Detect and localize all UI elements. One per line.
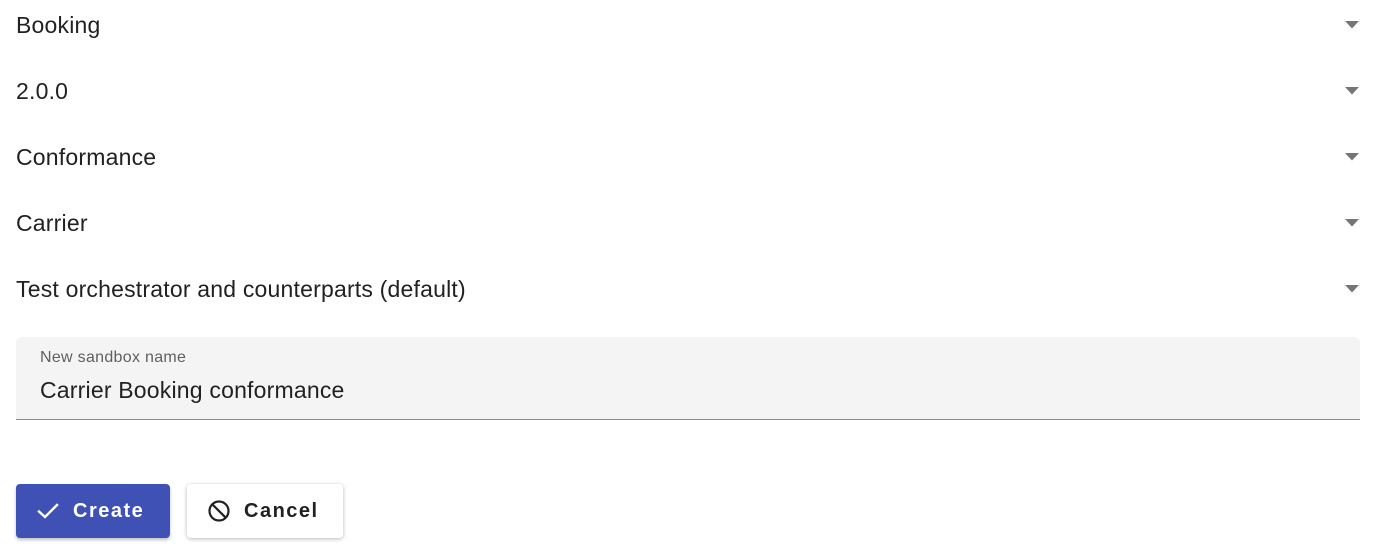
- cancel-button[interactable]: Cancel: [187, 484, 343, 538]
- create-button-label: Create: [73, 499, 145, 522]
- role-select[interactable]: Carrier: [16, 198, 1360, 248]
- role-select-value: Carrier: [16, 209, 88, 236]
- create-button[interactable]: Create: [16, 484, 170, 538]
- create-sandbox-form: Booking 2.0.0 Conformance Carrier Test o…: [0, 0, 1377, 553]
- sandbox-type-select-value: Test orchestrator and counterparts (defa…: [16, 275, 466, 302]
- sandbox-type-select[interactable]: Test orchestrator and counterparts (defa…: [16, 264, 1360, 314]
- block-icon: [207, 499, 231, 523]
- sandbox-name-input[interactable]: [40, 377, 1330, 404]
- cancel-button-label: Cancel: [244, 499, 319, 522]
- standard-select[interactable]: Booking: [16, 0, 1360, 50]
- standard-select-value: Booking: [16, 11, 101, 38]
- check-icon: [36, 499, 60, 523]
- suite-select[interactable]: Conformance: [16, 132, 1360, 182]
- version-select[interactable]: 2.0.0: [16, 66, 1360, 116]
- dropdown-arrow-icon[interactable]: [1344, 215, 1360, 231]
- dropdown-arrow-icon[interactable]: [1344, 17, 1360, 33]
- sandbox-name-label: New sandbox name: [40, 349, 187, 366]
- dropdown-arrow-icon[interactable]: [1344, 83, 1360, 99]
- version-select-value: 2.0.0: [16, 77, 69, 104]
- suite-select-value: Conformance: [16, 143, 157, 170]
- sandbox-name-field[interactable]: New sandbox name: [16, 337, 1360, 420]
- dropdown-arrow-icon[interactable]: [1344, 281, 1360, 297]
- dropdown-arrow-icon[interactable]: [1344, 149, 1360, 165]
